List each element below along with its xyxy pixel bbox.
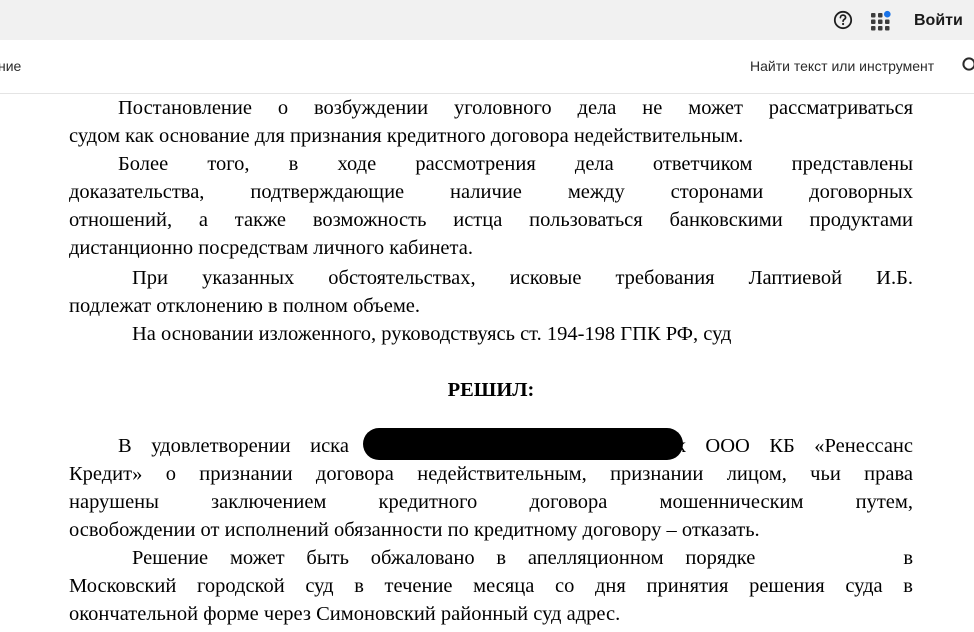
text-line: При указанных обстоятельствах, исковые т… <box>132 267 913 289</box>
find-text-tool[interactable]: Найти текст или инструмент <box>750 58 934 74</box>
document-page: Постановление о возбуждении уголовного д… <box>0 94 974 632</box>
paragraph-2: Более того, в ходе рассмотрения дела отв… <box>69 150 913 178</box>
paragraph-6-line-2: Московский городской суд в течение месяц… <box>69 572 913 600</box>
paragraph-5-line-2: Кредит» о признании договора недействите… <box>69 460 913 488</box>
text-line: Более того, в ходе рассмотрения дела отв… <box>118 153 913 175</box>
text-line: дистанционно посредствам личного кабинет… <box>69 237 473 259</box>
paragraph-5-line-4: освобождении от исполнений обязанности п… <box>69 516 913 544</box>
paragraph-6-line-3: окончательной форме через Симоновский ра… <box>69 600 913 628</box>
text-fragment: к ООО КБ «Ренессанс <box>675 435 913 457</box>
login-button[interactable]: Войти <box>908 9 969 33</box>
help-circle-icon[interactable] <box>833 10 853 30</box>
notification-dot <box>884 10 891 18</box>
text-line: Постановление о возбуждении уголовного д… <box>118 97 913 119</box>
redaction-mark <box>363 428 683 460</box>
paragraph-2-line-2: доказательства, подтверждающие наличие м… <box>69 178 913 206</box>
toolbar: ние Найти текст или инструмент <box>0 40 974 94</box>
paragraph-2-line-3: отношений, а также возможность истца пол… <box>69 206 913 234</box>
text-fragment: в <box>903 547 913 569</box>
apps-grid-icon[interactable] <box>870 10 892 32</box>
text-line: Кредит» о признании договора недействите… <box>69 463 913 485</box>
text-line: доказательства, подтверждающие наличие м… <box>69 181 913 203</box>
paragraph-2-line-4: дистанционно посредствам личного кабинет… <box>69 234 913 262</box>
text-line: судом как основание для признания кредит… <box>69 125 744 147</box>
paragraph-6: Решение может быть обжаловано в апелляци… <box>69 544 913 572</box>
paragraph-5-line-3: нарушены заключением кредитного договора… <box>69 488 913 516</box>
text-line: Решение может быть обжаловано в апелляци… <box>69 544 913 572</box>
paragraph-3-line-2: подлежат отклонению в полном объеме. <box>69 292 913 320</box>
paragraph-4: На основании изложенного, руководствуясь… <box>69 320 913 348</box>
search-icon[interactable] <box>961 56 974 76</box>
text-line: нарушены заключением кредитного договора… <box>69 491 913 513</box>
paragraph-3: При указанных обстоятельствах, исковые т… <box>69 264 913 292</box>
paragraph-1: Постановление о возбуждении уголовного д… <box>69 94 913 122</box>
text-line: освобождении от исполнений обязанности п… <box>69 519 760 541</box>
decision-heading: РЕШИЛ: <box>447 379 535 401</box>
text-line: отношений, а также возможность истца пол… <box>69 209 913 231</box>
toolbar-menu-label[interactable]: ние <box>0 58 21 74</box>
text-line: На основании изложенного, руководствуясь… <box>132 323 732 345</box>
text-fragment: Решение может быть обжаловано в апелляци… <box>132 547 756 569</box>
text-fragment: В удовлетворении иска <box>118 435 349 457</box>
top-bar: Войти <box>0 0 974 40</box>
text-line: Московский городской суд в течение месяц… <box>69 575 913 597</box>
text-line: окончательной форме через Симоновский ра… <box>69 603 621 625</box>
text-line: подлежат отклонению в полном объеме. <box>69 295 421 317</box>
paragraph-1-cont: судом как основание для признания кредит… <box>69 122 913 150</box>
